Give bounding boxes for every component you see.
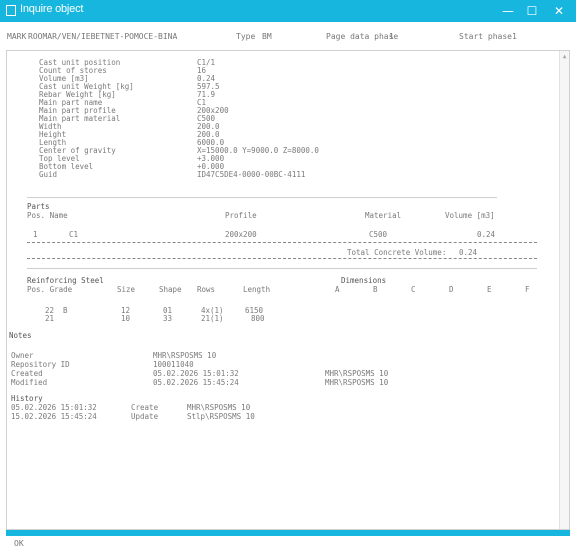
parts-total-label: Total Concrete Volume: [347,248,447,257]
header-toolbar: MARK ROOMAR/VEN/IEBETNET-POMOCE-BINA Typ… [0,22,576,50]
history-action: Update [131,412,159,421]
page-phase-field[interactable]: 1 [389,32,394,41]
rebar-row-rows: 21(1) [201,314,224,323]
type-field[interactable]: BM [262,32,272,41]
close-button[interactable]: ✕ [548,2,570,20]
parts-row-volume: 0.24 [477,230,496,239]
parts-section-title: Parts [27,202,50,211]
notes-value: 05.02.2026 15:01:32 [153,369,239,378]
vertical-scrollbar[interactable]: ▲ [559,51,569,529]
rebar-row-pos: 21 [45,314,55,323]
mark-field[interactable]: ROOMAR/VEN/IEBETNET-POMOCE-BINA [28,32,177,41]
divider [27,268,537,269]
history-action: Create [131,403,159,412]
page-phase-label: Page data phase [326,32,399,41]
window-app-icon [6,5,16,16]
start-phase-field[interactable]: 1 [512,32,517,41]
rebar-header-b: B [373,285,378,294]
parts-header-volume: Volume [m3] [445,211,495,220]
rebar-header-length: Length [243,285,271,294]
rebar-header-f: F [525,285,530,294]
mark-label: MARK [7,32,27,41]
dashed-divider [27,258,537,259]
history-title: History [11,394,43,403]
rebar-header-shape: Shape [159,285,182,294]
rebar-section-title: Reinforcing Steel [27,276,104,285]
dashed-divider [27,242,537,243]
notes-value: MHR\RSPOSMS 10 [153,351,217,360]
rebar-row-grade: B [63,306,68,315]
maximize-button[interactable]: ☐ [521,2,543,20]
rebar-header-pos-grade: Pos. Grade [27,285,73,294]
window-title: Inquire object [20,3,84,15]
property-label: Guid [39,170,58,179]
rebar-row-size: 10 [121,314,131,323]
title-bar: Inquire object — ☐ ✕ [0,0,576,22]
parts-row-profile: 200x200 [225,230,257,239]
notes-title: Notes [9,331,32,340]
notes-label: Created [11,369,43,378]
notes-label: Owner [11,351,34,360]
type-label: Type [236,32,256,41]
rebar-dims-title: Dimensions [341,276,387,285]
rebar-header-e: E [487,285,492,294]
history-user: Stlp\RSPOSMS 10 [187,412,255,421]
history-date: 15.02.2026 15:45:24 [11,412,97,421]
notes-extra: MHR\RSPOSMS 10 [325,378,389,387]
notes-value: 05.02.2026 15:45:24 [153,378,239,387]
notes-extra: MHR\RSPOSMS 10 [325,369,389,378]
history-date: 05.02.2026 15:01:32 [11,403,97,412]
parts-header-pos-name: Pos. Name [27,211,68,220]
rebar-header-rows: Rows [197,285,216,294]
property-value: ID47C5DE4-0000-00BC-4111 [197,170,306,179]
rebar-row-length: 800 [251,314,265,323]
start-phase-label: Start phase [459,32,512,41]
parts-header-profile: Profile [225,211,257,220]
status-bar: OK [0,536,576,550]
parts-total-value: 0.24 [459,248,478,257]
minimize-button[interactable]: — [497,2,519,20]
scroll-up-icon[interactable]: ▲ [561,53,568,60]
rebar-header-d: D [449,285,454,294]
parts-row-pos: 1 [33,230,38,239]
report-panel[interactable]: ▲ Cast unit position C1/1 Count of store… [6,50,570,530]
rebar-header-size: Size [117,285,136,294]
inquire-window: Inquire object — ☐ ✕ MARK ROOMAR/VEN/IEB… [0,0,576,550]
rebar-header-c: C [411,285,416,294]
parts-row-name: C1 [69,230,79,239]
rebar-row-shape: 33 [163,314,173,323]
divider [27,197,497,198]
rebar-header-a: A [335,285,340,294]
notes-value: 100011040 [153,360,194,369]
parts-header-material: Material [365,211,402,220]
notes-label: Modified [11,378,48,387]
notes-label: Repository ID [11,360,70,369]
history-user: MHR\RSPOSMS 10 [187,403,251,412]
parts-row-material: C500 [369,230,388,239]
ok-button[interactable]: OK [14,539,24,548]
